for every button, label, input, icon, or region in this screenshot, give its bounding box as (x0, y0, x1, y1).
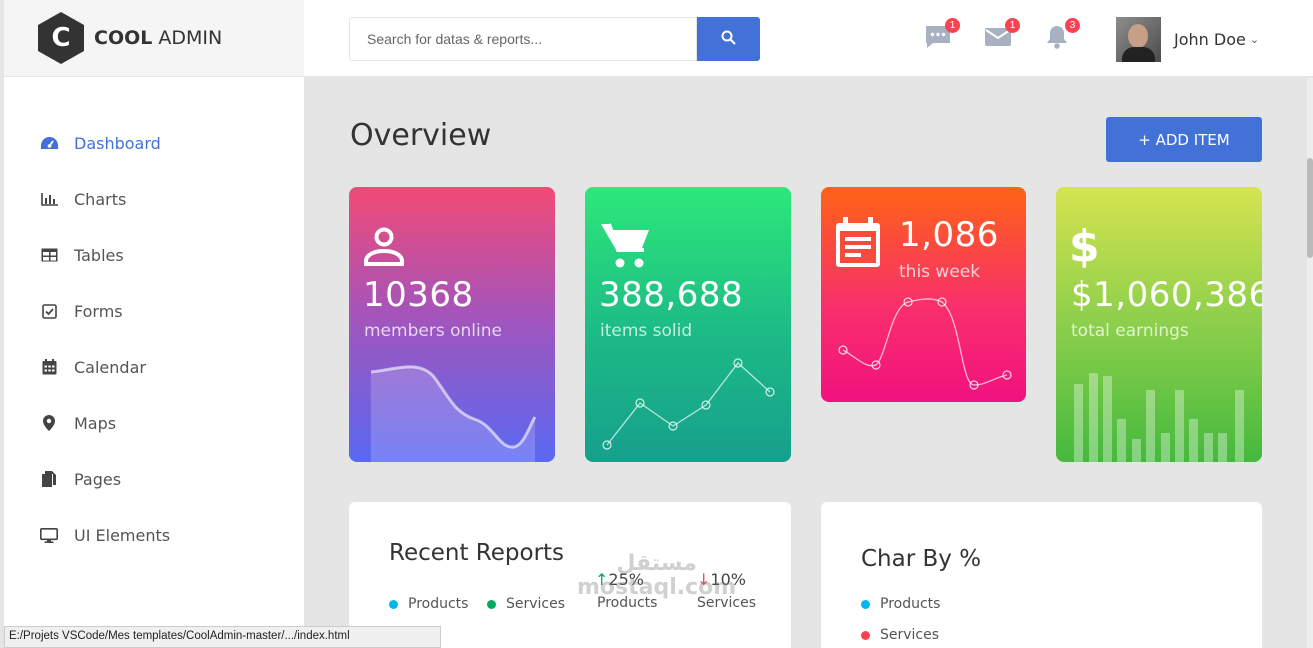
calendar-icon (38, 358, 60, 376)
legend-dot (389, 599, 398, 609)
tachometer-icon (38, 134, 60, 152)
logo-letter: C (51, 23, 71, 53)
alerts-notification[interactable]: 3 (1044, 18, 1080, 54)
email-icon (984, 28, 1012, 54)
legend-label: Products (408, 596, 469, 612)
user-name: John Doe (1174, 30, 1246, 49)
alerts-count-badge: 3 (1065, 18, 1080, 33)
sidebar-nav: Dashboard Charts Tables Forms Calendar M… (4, 115, 304, 563)
logo-name-regular: ADMIN (158, 27, 223, 49)
sidebar-item-label: Pages (74, 469, 122, 489)
char-by-panel: Char By % Products Services (821, 502, 1262, 648)
logo-text: COOL ADMIN (94, 27, 222, 49)
recent-reports-title: Recent Reports (389, 540, 565, 566)
email-notification[interactable]: 1 (984, 18, 1020, 54)
week-line-chart (838, 297, 1012, 390)
desktop-icon (38, 526, 60, 544)
sidebar-item-label: Calendar (74, 357, 146, 377)
user-icon (363, 225, 405, 271)
shopping-cart-icon (599, 220, 651, 274)
char-by-title: Char By % (861, 546, 982, 572)
members-area-chart (370, 365, 537, 462)
legend-label: Products (880, 596, 941, 612)
sidebar-item-label: Dashboard (74, 133, 161, 153)
calendar-note-icon (834, 217, 882, 273)
stat-value: 1,086 (899, 215, 999, 255)
avatar (1116, 17, 1161, 62)
sidebar: C COOL ADMIN Dashboard Charts Tables For… (4, 0, 304, 648)
sidebar-item-label: Tables (74, 245, 124, 265)
stat-card-items: 388,688 items solid (585, 187, 791, 462)
legend-dot (487, 599, 496, 609)
add-item-button[interactable]: + ADD ITEM (1106, 117, 1262, 162)
comment-more-icon (924, 26, 952, 54)
logo-name-bold: COOL (94, 27, 153, 49)
bar-chart-icon (38, 190, 60, 208)
sidebar-item-dashboard[interactable]: Dashboard (4, 115, 304, 171)
user-menu[interactable]: John Doe ⌄ (1116, 17, 1259, 62)
dollar-icon: $ (1069, 221, 1100, 272)
stat-card-members: 10368 members online (349, 187, 555, 462)
watermark-arabic: مستقل (616, 551, 697, 576)
legend-dot (861, 599, 870, 609)
sidebar-item-maps[interactable]: Maps (4, 395, 304, 451)
stat-label: total earnings (1071, 321, 1189, 341)
legend-products: Products (389, 596, 468, 612)
search-icon (721, 30, 736, 49)
search-button[interactable] (697, 17, 760, 61)
sidebar-item-label: Forms (74, 301, 123, 321)
sidebar-item-charts[interactable]: Charts (4, 171, 304, 227)
logo-hexagon-icon: C (38, 12, 84, 64)
legend-label: Services (506, 596, 566, 612)
messages-count-badge: 1 (945, 18, 960, 33)
search-input[interactable] (349, 17, 697, 61)
legend-label: Services (880, 627, 940, 643)
table-icon (38, 246, 60, 264)
sidebar-item-label: Maps (74, 413, 117, 433)
scrollbar-thumb[interactable] (1307, 158, 1313, 258)
stat-value: 388,688 (599, 275, 744, 315)
copy-icon (38, 470, 60, 488)
browser-status-bar: E:/Projets VSCode/Mes templates/CoolAdmi… (4, 626, 441, 648)
stat-label: this week (899, 262, 981, 282)
map-marker-icon (38, 414, 60, 432)
sidebar-item-calendar[interactable]: Calendar (4, 339, 304, 395)
page-title: Overview (350, 118, 492, 153)
sidebar-item-label: Charts (74, 189, 127, 209)
stat-value: $1,060,386 (1071, 275, 1262, 315)
email-count-badge: 1 (1005, 18, 1020, 33)
stat-value: 10368 (363, 275, 474, 315)
sidebar-item-pages[interactable]: Pages (4, 451, 304, 507)
watermark-url: mostaql.com (577, 575, 737, 601)
watermark: مستقل mostaql.com (577, 551, 737, 601)
legend-services: Services (861, 627, 939, 643)
legend-products: Products (861, 596, 940, 612)
sidebar-item-ui-elements[interactable]: UI Elements (4, 507, 304, 563)
sidebar-item-label: UI Elements (74, 525, 171, 545)
top-header: 1 1 3 John Doe ⌄ (304, 0, 1313, 77)
earnings-bar-chart (1074, 373, 1244, 462)
page-scrollbar[interactable] (1307, 78, 1313, 648)
messages-notification[interactable]: 1 (924, 18, 960, 54)
stat-card-earnings: $ $1,060,386 total earnings (1056, 187, 1262, 462)
check-square-icon (38, 302, 60, 320)
bell-icon (1044, 26, 1070, 54)
sidebar-item-tables[interactable]: Tables (4, 227, 304, 283)
sidebar-item-forms[interactable]: Forms (4, 283, 304, 339)
legend-dot (861, 630, 870, 640)
logo[interactable]: C COOL ADMIN (4, 0, 304, 77)
stat-label: members online (364, 321, 502, 341)
stat-card-week: 1,086 this week (821, 187, 1026, 402)
items-line-chart (602, 358, 775, 450)
stat-label: items solid (600, 321, 693, 341)
legend-services: Services (487, 596, 565, 612)
chevron-down-icon: ⌄ (1249, 33, 1260, 46)
